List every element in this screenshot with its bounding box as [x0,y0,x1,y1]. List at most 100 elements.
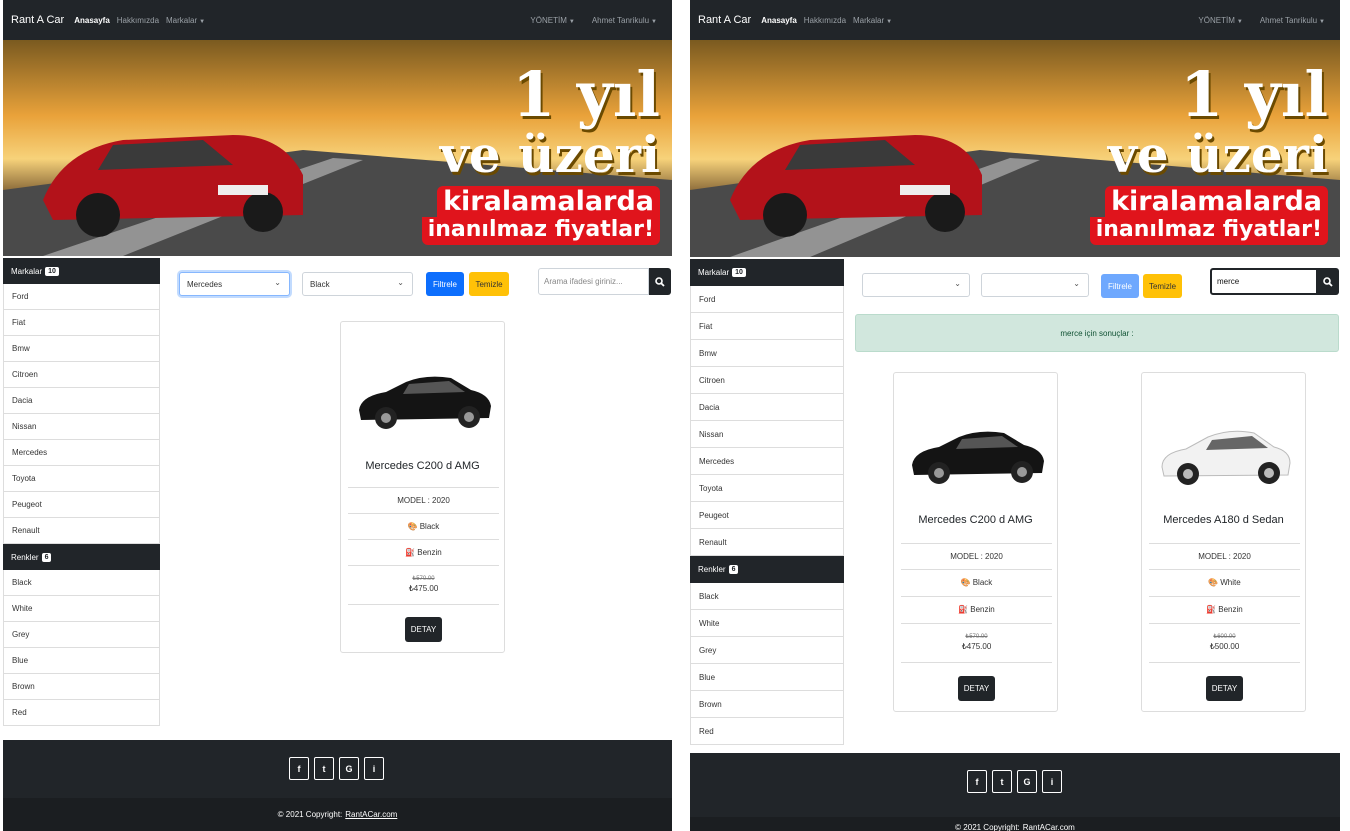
nav-home[interactable]: Anasayfa [761,16,797,25]
clear-button[interactable]: Temizle [469,272,509,296]
footer-copyright: © 2021 Copyright: RantACar.com [690,817,1340,831]
sidebar-item-brand[interactable]: Citroen [3,362,160,388]
search-button[interactable] [649,268,671,295]
instagram-icon[interactable]: i [1042,770,1062,793]
banner-line-3: kiralamalarda [437,186,660,217]
car-price: ₺475.00 [961,642,992,651]
facebook-icon[interactable]: f [967,770,987,793]
car-color-row: 🎨 Black [901,569,1052,595]
sidebar-item-brand[interactable]: Nissan [690,421,844,448]
nav-admin-label: YÖNETİM [1198,15,1235,25]
brand-select[interactable]: Mercedes ⌄ [179,272,290,296]
sidebar-item-brand[interactable]: Toyota [690,475,844,502]
facebook-icon[interactable]: f [289,757,309,780]
filter-button[interactable]: Filtrele [1101,274,1139,298]
car-color: White [1220,578,1241,587]
sidebar-item-color[interactable]: Blue [690,664,844,691]
nav-brands-label: Markalar [853,15,885,25]
sidebar-item-color[interactable]: Grey [3,622,160,648]
nav-brands-dropdown[interactable]: Markalar ▼ [853,16,892,25]
color-select[interactable]: ⌄ [981,273,1089,297]
colors-title: Renkler [698,565,726,574]
google-icon[interactable]: G [339,757,359,780]
brand-logo[interactable]: Rant A Car [11,14,64,26]
sidebar-item-color[interactable]: Brown [3,674,160,700]
sidebar-item-color[interactable]: Black [690,583,844,610]
colors-title: Renkler [11,552,39,562]
car-price-row: ₺570.00 ₺475.00 [348,565,499,605]
detail-button[interactable]: DETAY [405,617,442,642]
search-result-alert: merce için sonuçlar : [855,314,1339,352]
twitter-icon[interactable]: t [992,770,1012,793]
sidebar-item-brand[interactable]: Ford [3,284,160,310]
detail-button[interactable]: DETAY [1206,676,1243,701]
car-model: MODEL : 2020 [1149,543,1300,569]
sidebar-item-brand[interactable]: Toyota [3,466,160,492]
sidebar-item-brand[interactable]: Renault [3,518,160,544]
brands-header: Markalar 10 [3,258,160,284]
nav-admin-dropdown[interactable]: YÖNETİM ▼ [530,16,574,25]
sidebar-item-brand[interactable]: Nissan [3,414,160,440]
car-old-price: ₺600.00 [1213,634,1236,640]
caret-down-icon: ▼ [886,18,893,25]
sidebar-item-brand[interactable]: Fiat [3,310,160,336]
clear-button[interactable]: Temizle [1143,274,1182,298]
nav-about[interactable]: Hakkımızda [117,16,159,25]
google-icon[interactable]: G [1017,770,1037,793]
car-fuel: Benzin [970,605,995,614]
sidebar-item-color[interactable]: White [690,610,844,637]
sidebar-item-brand[interactable]: Ford [690,286,844,313]
sidebar-item-brand[interactable]: Citroen [690,367,844,394]
brand-logo[interactable]: Rant A Car [698,14,751,26]
sidebar-item-brand[interactable]: Dacia [3,388,160,414]
car-fuel: Benzin [417,548,442,557]
caret-down-icon: ▼ [568,18,575,25]
caret-down-icon: ▼ [199,18,206,25]
site-link[interactable]: RantACar.com [1023,823,1075,831]
sidebar-item-brand[interactable]: Peugeot [690,502,844,529]
nav-brands-label: Markalar [166,15,198,25]
sidebar-item-color[interactable]: Black [3,570,160,596]
sidebar-item-color[interactable]: White [3,596,160,622]
sidebar-item-brand[interactable]: Fiat [690,313,844,340]
site-link[interactable]: RantACar.com [345,810,397,819]
nav-user-dropdown[interactable]: Ahmet Tanrikulu ▼ [1260,16,1325,25]
nav-home[interactable]: Anasayfa [74,16,110,25]
search-button[interactable] [1317,268,1339,295]
sidebar-item-brand[interactable]: Renault [690,529,844,556]
nav-about[interactable]: Hakkımızda [804,16,846,25]
instagram-icon[interactable]: i [364,757,384,780]
nav-user-label: Ahmet Tanrikulu [1259,15,1318,25]
sidebar-item-brand[interactable]: Bmw [3,336,160,362]
search-input[interactable]: merce [1210,268,1318,295]
sidebar-item-color[interactable]: Blue [3,648,160,674]
sidebar-item-brand[interactable]: Dacia [690,394,844,421]
brands-title: Markalar [698,268,730,277]
sidebar-item-color[interactable]: Brown [690,691,844,718]
sidebar-item-brand[interactable]: Mercedes [3,440,160,466]
car-fuel-row: ⛽ Benzin [1149,596,1300,622]
search-input[interactable]: Arama ifadesi giriniz... [538,268,649,295]
nav-brands-dropdown[interactable]: Markalar ▼ [166,16,205,25]
car-card: Mercedes C200 d AMG MODEL : 2020 🎨 Black … [893,372,1058,712]
sidebar-item-brand[interactable]: Peugeot [3,492,160,518]
car-color: Black [972,578,993,587]
nav-admin-dropdown[interactable]: YÖNETİM ▼ [1198,16,1242,25]
nav-admin-label: YÖNETİM [530,15,567,25]
nav-user-dropdown[interactable]: Ahmet Tanrikulu ▼ [592,16,657,25]
filter-button[interactable]: Filtrele [426,272,464,296]
palette-icon: 🎨 [1208,578,1219,587]
chevron-down-icon: ⌄ [397,278,404,287]
banner-line-3: kiralamalarda [1105,186,1328,217]
car-color: Black [419,522,440,531]
car-fuel-row: ⛽ Benzin [901,596,1052,622]
sidebar-item-brand[interactable]: Bmw [690,340,844,367]
sidebar-item-color[interactable]: Grey [690,637,844,664]
brand-select[interactable]: ⌄ [862,273,970,297]
twitter-icon[interactable]: t [314,757,334,780]
detail-button[interactable]: DETAY [958,676,995,701]
sidebar-item-color[interactable]: Red [690,718,844,745]
color-select[interactable]: Black ⌄ [302,272,413,296]
sidebar-item-color[interactable]: Red [3,700,160,726]
sidebar-item-brand[interactable]: Mercedes [690,448,844,475]
